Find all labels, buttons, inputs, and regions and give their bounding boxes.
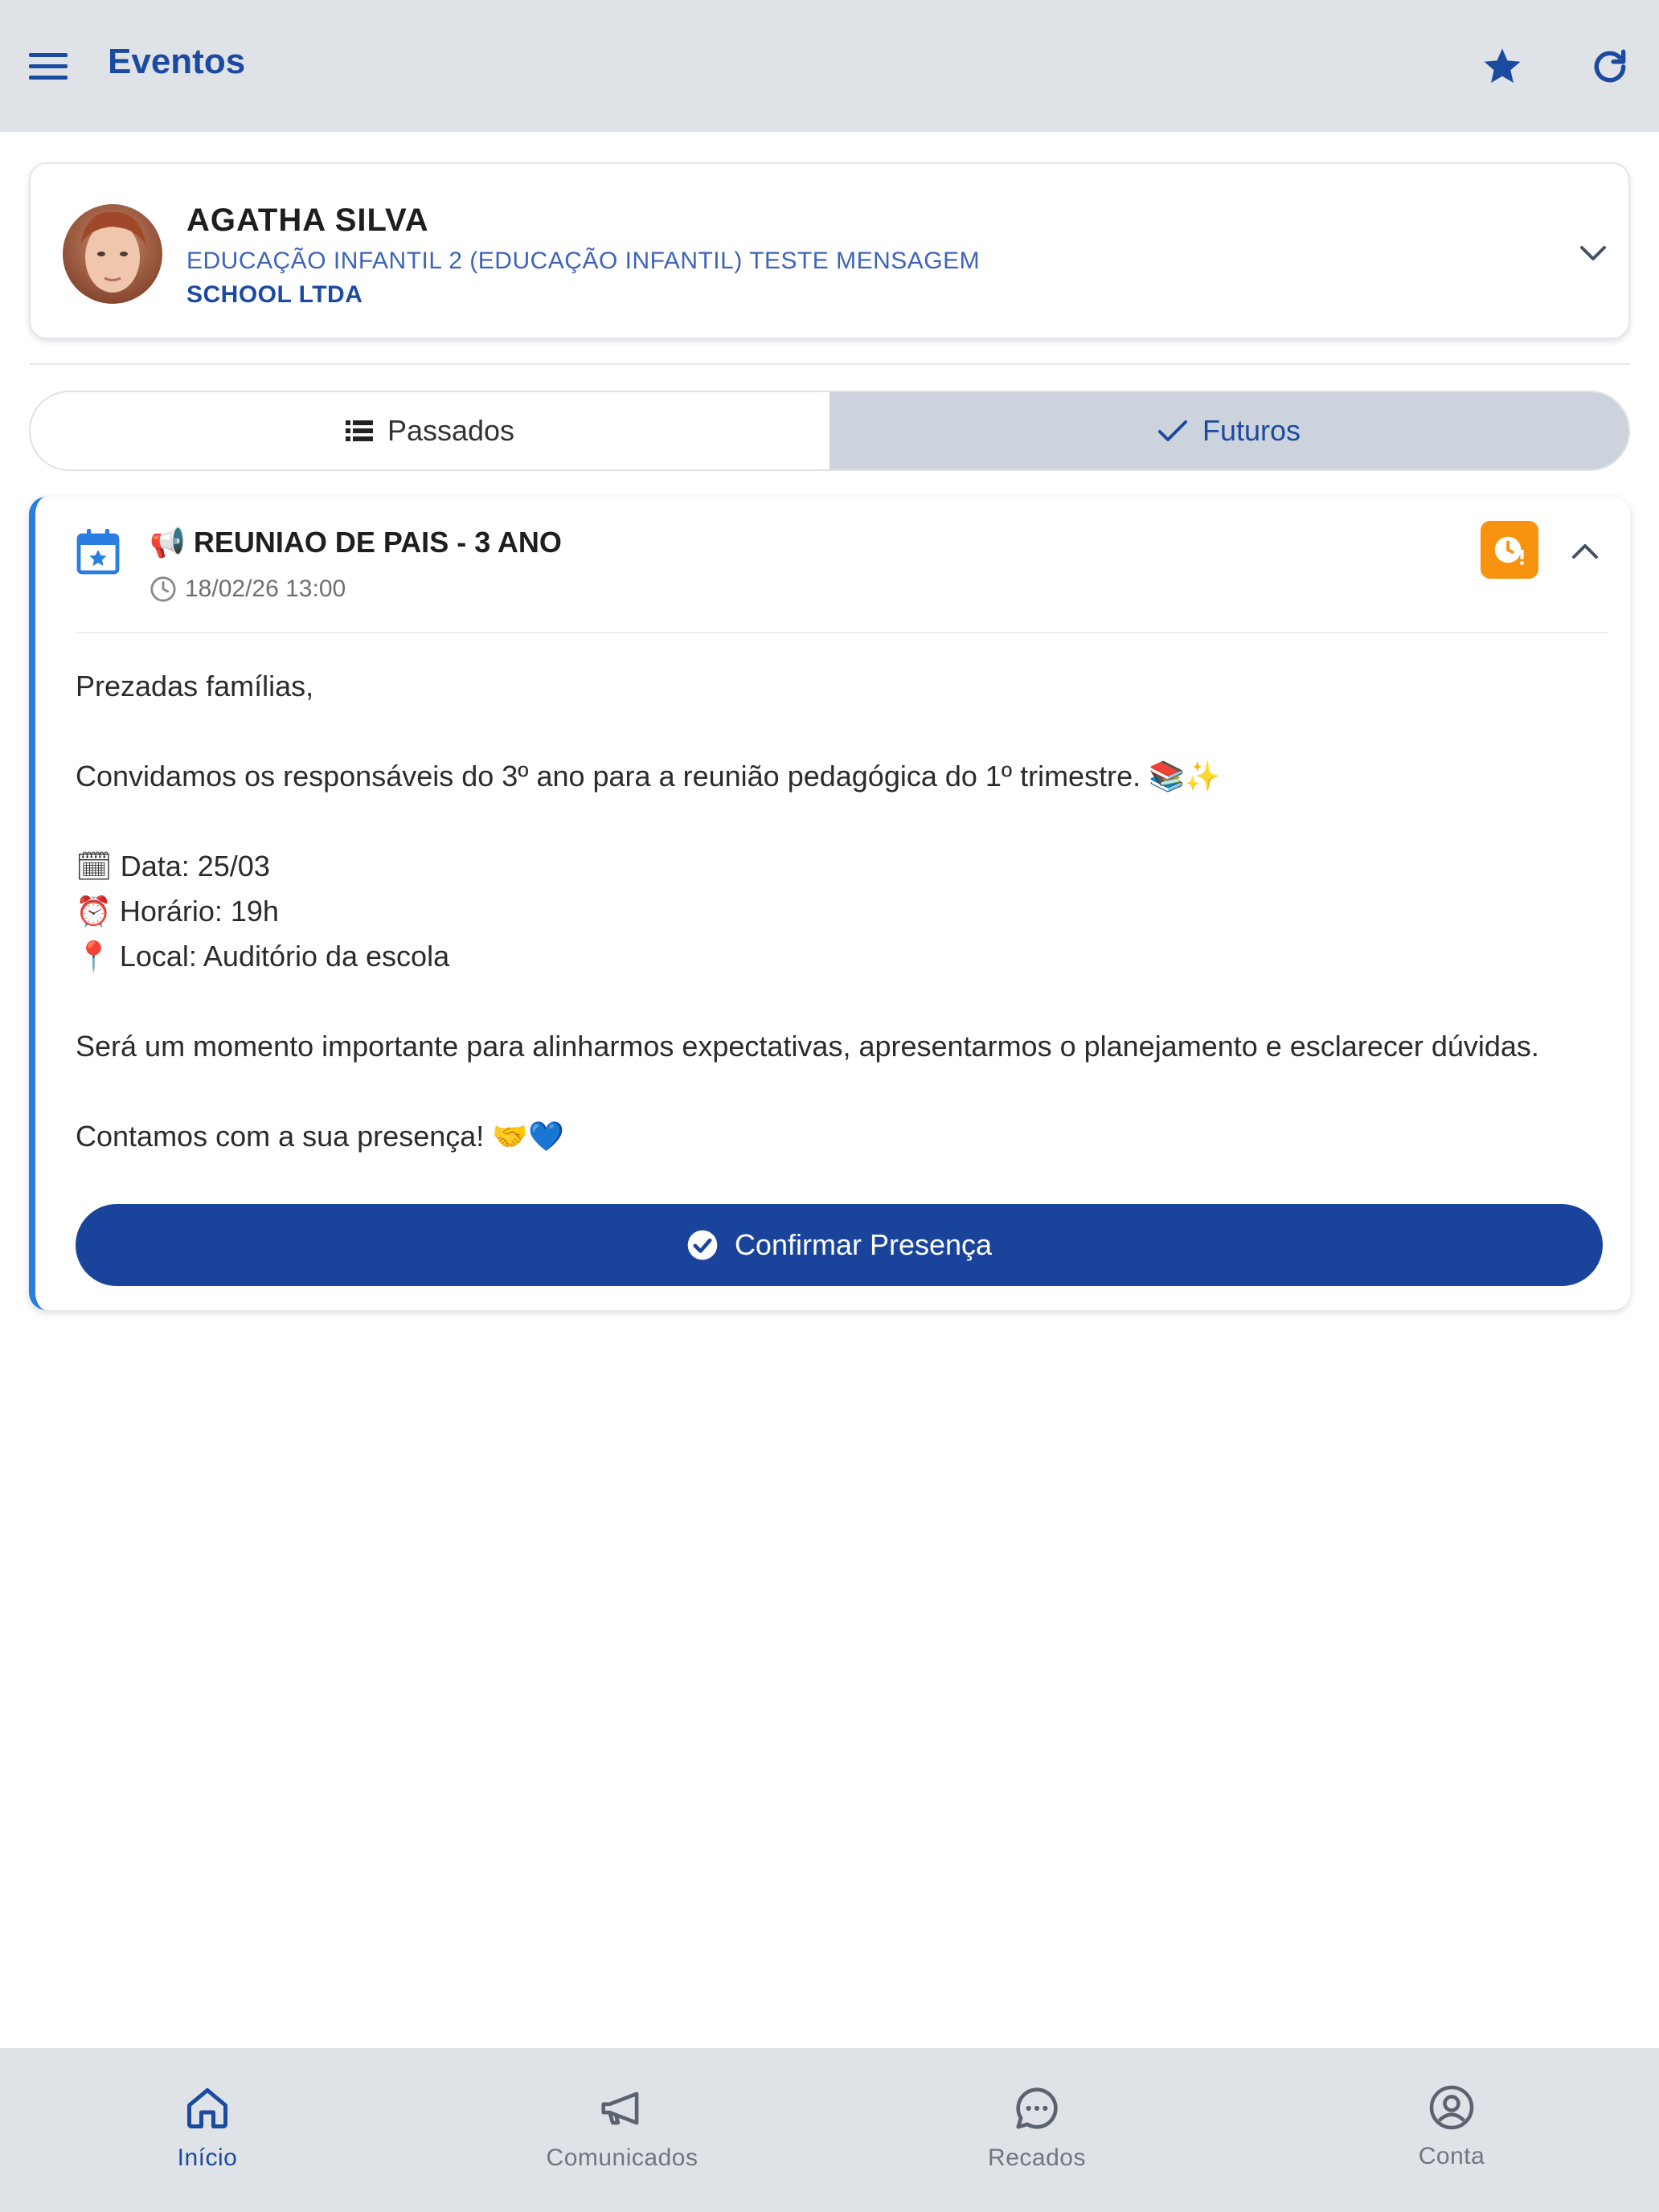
event-invite: Convidamos os responsáveis do 3º ano par… — [76, 760, 1221, 793]
calendar-star-icon — [76, 529, 120, 575]
tab-passados[interactable]: Passados — [31, 392, 830, 469]
refresh-button[interactable] — [1583, 40, 1636, 93]
list-icon — [345, 420, 373, 441]
account-icon — [1429, 2085, 1474, 2130]
event-divider — [76, 632, 1608, 633]
collapse-event-button[interactable] — [1561, 529, 1609, 574]
confirm-attendance-button[interactable]: Confirmar Presença — [76, 1204, 1603, 1286]
avatar — [63, 204, 162, 304]
event-datetime: 18/02/26 13:00 — [150, 576, 346, 603]
event-description: Prezadas famílias, Convidamos os respons… — [76, 664, 1603, 1159]
chat-icon — [1016, 2087, 1058, 2129]
nav-inicio-label: Início — [177, 2144, 238, 2171]
nav-inicio[interactable]: Início — [0, 2048, 415, 2212]
student-class: EDUCAÇÃO INFANTIL 2 (EDUCAÇÃO INFANTIL) … — [186, 248, 981, 274]
expand-student-button[interactable] — [1569, 233, 1617, 273]
nav-comunicados-label: Comunicados — [546, 2144, 698, 2171]
megaphone-icon — [601, 2091, 639, 2125]
event-closing: Contamos com a sua presença! 🤝💙 — [76, 1120, 564, 1153]
event-time-line: ⏰ Horário: 19h — [76, 895, 279, 928]
student-selector[interactable]: AGATHA SILVA EDUCAÇÃO INFANTIL 2 (EDUCAÇ… — [29, 162, 1630, 339]
student-name: AGATHA SILVA — [186, 203, 429, 238]
star-icon — [1484, 48, 1521, 84]
clock-icon — [150, 576, 176, 602]
nav-conta[interactable]: Conta — [1244, 2048, 1659, 2212]
menu-icon — [29, 53, 68, 80]
home-icon — [187, 2088, 227, 2128]
app-bar: Eventos — [0, 0, 1659, 132]
check-circle-icon — [687, 1230, 718, 1260]
nav-recados-label: Recados — [988, 2144, 1086, 2171]
nav-comunicados[interactable]: Comunicados — [415, 2048, 830, 2212]
tab-futuros[interactable]: Futuros — [830, 392, 1628, 469]
tab-futuros-label: Futuros — [1202, 414, 1301, 447]
nav-recados[interactable]: Recados — [830, 2048, 1244, 2212]
event-tabs: Passados Futuros — [29, 391, 1630, 471]
confirm-attendance-label: Confirmar Presença — [734, 1228, 993, 1261]
student-school: SCHOOL LTDA — [186, 281, 363, 308]
chevron-down-icon — [1580, 246, 1606, 260]
favorite-button[interactable] — [1476, 40, 1529, 93]
tab-passados-label: Passados — [387, 414, 515, 447]
divider — [29, 363, 1630, 365]
check-icon — [1157, 420, 1187, 441]
refresh-icon — [1594, 49, 1626, 83]
event-date-line: 🗓 Data: 25/03 — [76, 850, 270, 883]
event-purpose: Será um momento importante para alinharm… — [76, 1030, 1539, 1063]
chevron-up-icon — [1572, 544, 1598, 559]
nav-conta-label: Conta — [1418, 2143, 1485, 2169]
pending-status-badge[interactable] — [1481, 521, 1538, 579]
event-greeting: Prezadas famílias, — [76, 670, 314, 703]
event-place-line: 📍 Local: Auditório da escola — [76, 940, 450, 973]
bottom-navigation: Início Comunicados Recados Conta — [0, 2048, 1659, 2212]
page-title: Eventos — [108, 42, 246, 81]
clock-alert-icon — [1494, 536, 1524, 565]
event-card: 📢 REUNIAO DE PAIS - 3 ANO 18/02/26 13:00… — [29, 497, 1630, 1310]
menu-button[interactable] — [24, 40, 72, 92]
event-title: 📢 REUNIAO DE PAIS - 3 ANO — [150, 526, 562, 559]
event-datetime-text: 18/02/26 13:00 — [185, 576, 346, 602]
